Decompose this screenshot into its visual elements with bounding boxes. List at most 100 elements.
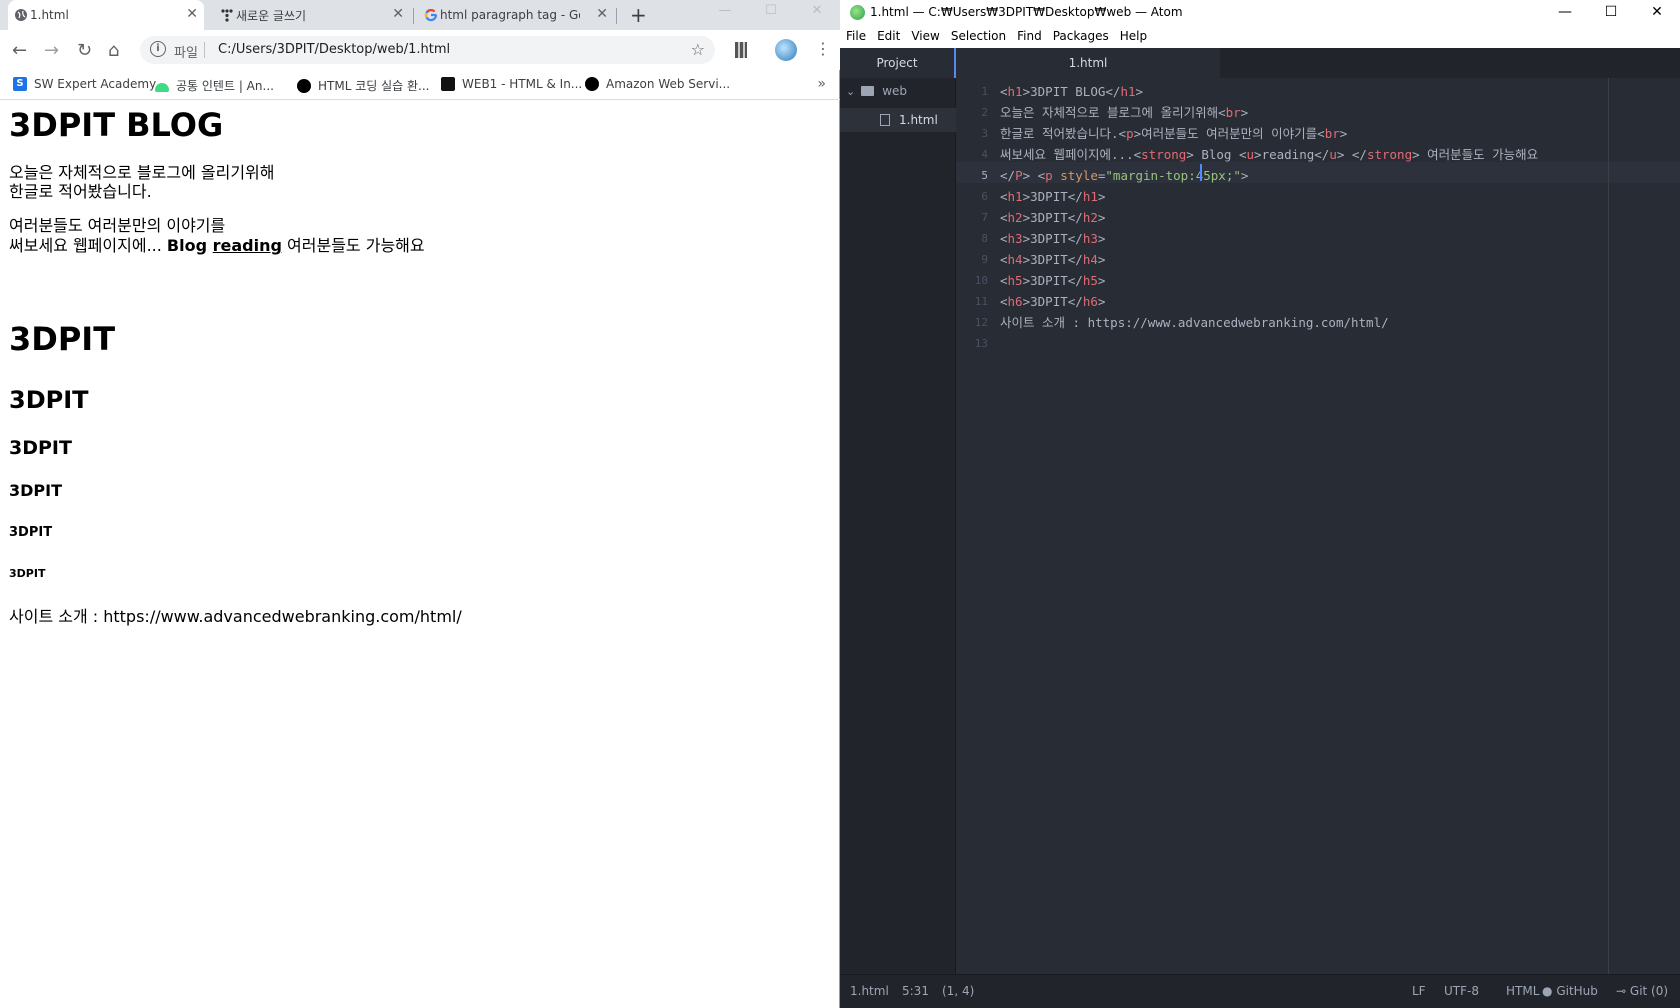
code-token: h2 bbox=[1007, 210, 1023, 225]
menu-edit[interactable]: Edit bbox=[871, 26, 905, 48]
close-tab-icon[interactable]: ✕ bbox=[186, 6, 198, 22]
code-token: > < bbox=[1022, 168, 1046, 183]
bookmark-html-coding[interactable]: HTML 코딩 실습 환... bbox=[297, 77, 429, 94]
new-tab-button[interactable]: + bbox=[630, 3, 647, 27]
line-number: 4 bbox=[981, 148, 988, 161]
status-grammar[interactable]: HTML bbox=[1506, 984, 1539, 998]
code-token: "margin-top:45px;" bbox=[1105, 168, 1241, 183]
tab-label: 새로운 글쓰기 bbox=[236, 8, 307, 23]
paragraph-line: 여러분들도 여러분만의 이야기를 bbox=[9, 216, 226, 235]
code-token: > 여러분들도 가능해요 bbox=[1412, 147, 1539, 162]
line-number: 2 bbox=[981, 106, 988, 119]
tab-label: 1.html bbox=[30, 8, 69, 22]
status-file[interactable]: 1.html bbox=[850, 984, 889, 998]
paragraph-line: 한글로 적어봤습니다. bbox=[9, 182, 152, 201]
bookmark-label: 공통 인텐트 | An... bbox=[176, 79, 274, 93]
code-token: br bbox=[1225, 105, 1241, 120]
code-line[interactable]: <h3>3DPIT</h3> bbox=[1000, 228, 1105, 249]
minimize-button[interactable]: — bbox=[702, 0, 748, 30]
maximize-button[interactable]: ☐ bbox=[748, 0, 794, 30]
tab-project[interactable]: Project bbox=[840, 48, 956, 78]
bookmarks-overflow-icon[interactable]: » bbox=[817, 76, 826, 92]
site-intro-text: 사이트 소개 : https://www.advancedwebranking.… bbox=[9, 607, 462, 626]
globe-icon bbox=[14, 8, 28, 22]
code-token: < bbox=[1000, 273, 1008, 288]
menu-selection[interactable]: Selection bbox=[945, 26, 1011, 48]
status-line-ending[interactable]: LF bbox=[1412, 984, 1426, 998]
code-line[interactable]: <h4>3DPIT</h4> bbox=[1000, 249, 1105, 270]
page-heading-h1: 3DPIT BLOG bbox=[9, 106, 224, 144]
tab-new-post[interactable]: 새로운 글쓰기 ✕ bbox=[214, 0, 410, 30]
code-token: >3DPIT</ bbox=[1022, 189, 1083, 204]
bookmark-sw-expert[interactable]: S SW Expert Academy bbox=[13, 77, 156, 91]
code-line[interactable]: 한글로 적어봤습니다.<p>여러분들도 여러분만의 이야기를<br> bbox=[1000, 123, 1347, 144]
code-token: < bbox=[1000, 231, 1008, 246]
code-token: h6 bbox=[1007, 294, 1023, 309]
code-line[interactable]: <h2>3DPIT</h2> bbox=[1000, 207, 1105, 228]
bookmark-label: Amazon Web Servi... bbox=[606, 77, 731, 91]
status-encoding[interactable]: UTF-8 bbox=[1444, 984, 1479, 998]
folder-icon bbox=[861, 86, 875, 96]
forward-arrow-icon[interactable]: → bbox=[44, 40, 59, 61]
menu-find[interactable]: Find bbox=[1011, 26, 1047, 48]
code-line[interactable]: <h1>3DPIT</h1> bbox=[1000, 186, 1105, 207]
tree-folder-web[interactable]: ⌄ web bbox=[846, 84, 907, 98]
code-token: > bbox=[1135, 84, 1144, 99]
tree-file-1-html[interactable]: 1.html bbox=[840, 108, 956, 132]
code-token: p bbox=[1126, 126, 1134, 141]
bookmark-star-icon[interactable]: ☆ bbox=[691, 40, 705, 59]
profile-avatar[interactable] bbox=[775, 39, 797, 61]
tab-strip: 1.html ✕ 새로운 글쓰기 ✕ html paragraph tag - … bbox=[0, 0, 840, 30]
tab-google-search[interactable]: html paragraph tag - Go ✕ bbox=[418, 0, 614, 30]
code-line[interactable]: </P> <p style="margin-top:45px;"> bbox=[1000, 165, 1248, 186]
code-token: > bbox=[1097, 294, 1106, 309]
status-cursor-position[interactable]: 5:31 bbox=[902, 984, 929, 998]
menu-dots-icon[interactable]: ⋮ bbox=[815, 39, 831, 58]
code-line[interactable]: 오늘은 자체적으로 블로그에 올리기위해<br> bbox=[1000, 102, 1248, 123]
close-tab-icon[interactable]: ✕ bbox=[392, 6, 404, 22]
code-line[interactable]: <h6>3DPIT</h6> bbox=[1000, 291, 1105, 312]
tab-label: html paragraph tag - Go bbox=[440, 8, 580, 22]
address-bar[interactable]: i 파일 C:/Users/3DPIT/Desktop/web/1.html ☆ bbox=[140, 36, 715, 64]
menu-file[interactable]: File bbox=[840, 26, 871, 48]
status-git[interactable]: ⊸ Git (0) bbox=[1616, 984, 1668, 998]
code-editor[interactable]: 1 2 3 4 5 6 7 8 9 10 11 12 13 <h1>3DPIT … bbox=[956, 78, 1680, 974]
strong-text: Blog bbox=[166, 236, 213, 255]
code-line[interactable]: <h5>3DPIT</h5> bbox=[1000, 270, 1105, 291]
line-number: 12 bbox=[974, 316, 988, 329]
back-arrow-icon[interactable]: ← bbox=[12, 40, 27, 61]
code-token: < bbox=[1000, 84, 1008, 99]
bookmark-android-intent[interactable]: 공통 인텐트 | An... bbox=[155, 77, 274, 94]
reload-icon[interactable]: ↻ bbox=[77, 40, 92, 61]
editor-tab-1-html[interactable]: 1.html bbox=[956, 48, 1220, 78]
extension-icon[interactable] bbox=[735, 42, 747, 58]
code-line[interactable]: 사이트 소개 : https://www.advancedwebranking.… bbox=[1000, 312, 1389, 333]
menu-packages[interactable]: Packages bbox=[1047, 26, 1114, 48]
code-line[interactable]: <h1>3DPIT BLOG</h1> bbox=[1000, 81, 1143, 102]
status-github[interactable]: ● GitHub bbox=[1542, 984, 1598, 998]
atom-title-bar: 1.html — C:₩Users₩3DPIT₩Desktop₩web — At… bbox=[840, 0, 1680, 26]
minimize-button[interactable]: — bbox=[1542, 0, 1588, 24]
close-window-button[interactable]: ✕ bbox=[1634, 0, 1680, 24]
home-icon[interactable]: ⌂ bbox=[108, 40, 119, 61]
code-line[interactable]: 써보세요 웹페이지에...<strong> Blog <u>reading</u… bbox=[1000, 144, 1538, 165]
info-icon[interactable]: i bbox=[150, 41, 166, 57]
url-text[interactable]: C:/Users/3DPIT/Desktop/web/1.html bbox=[218, 42, 450, 57]
code-token: 사이트 소개 : https://www.advancedwebranking.… bbox=[1000, 315, 1389, 330]
menu-help[interactable]: Help bbox=[1114, 26, 1152, 48]
code-token: u bbox=[1246, 147, 1255, 162]
close-tab-icon[interactable]: ✕ bbox=[596, 6, 608, 22]
sw-expert-icon: S bbox=[13, 77, 27, 91]
line-number: 6 bbox=[981, 190, 988, 203]
code-token: >여러분들도 여러분만의 이야기를< bbox=[1133, 126, 1325, 141]
chevron-down-icon: ⌄ bbox=[846, 84, 856, 98]
line-number: 5 bbox=[981, 169, 988, 182]
bookmark-aws[interactable]: Amazon Web Servi... bbox=[585, 77, 730, 91]
maximize-button[interactable]: ☐ bbox=[1588, 0, 1634, 24]
bookmark-web1[interactable]: WEB1 - HTML & In... bbox=[441, 77, 582, 91]
menu-view[interactable]: View bbox=[905, 26, 944, 48]
tab-1-html[interactable]: 1.html ✕ bbox=[8, 0, 204, 30]
code-token: P bbox=[1015, 168, 1023, 183]
android-icon bbox=[155, 83, 169, 92]
close-window-button[interactable]: ✕ bbox=[794, 0, 840, 30]
